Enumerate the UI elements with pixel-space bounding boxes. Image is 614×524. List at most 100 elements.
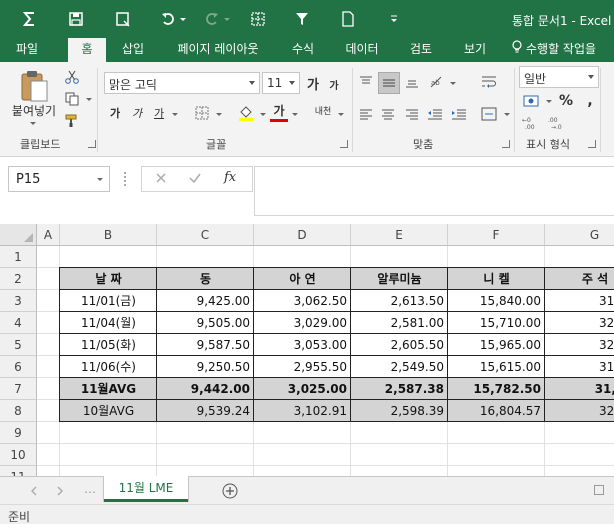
underline-button[interactable]: 가 [150, 104, 168, 122]
sheet-tab[interactable]: 11월 LME [104, 476, 188, 502]
customize-qat-icon[interactable] [382, 8, 406, 30]
increase-decimal-icon[interactable]: ←0.00 [520, 114, 544, 132]
fill-color-icon[interactable] [236, 104, 256, 122]
column-header-f[interactable]: F [448, 224, 545, 246]
phonetic-dropdown-icon[interactable] [338, 113, 344, 116]
table-header-cell[interactable]: 아 연 [254, 268, 351, 290]
paste-dropdown-icon[interactable] [30, 122, 36, 125]
value-cell[interactable]: 2,605.50 [351, 334, 448, 356]
increase-indent-icon[interactable] [448, 104, 470, 124]
grow-font-button[interactable]: 가 [304, 74, 322, 93]
font-color-dropdown-icon[interactable] [292, 113, 298, 116]
decrease-indent-icon[interactable] [424, 104, 446, 124]
alignment-launcher-icon[interactable] [502, 140, 510, 148]
value-cell[interactable]: 9,587.50 [157, 334, 254, 356]
oct-avg-value-cell[interactable]: 16,804.57 [448, 400, 545, 422]
borders-grid-icon[interactable] [246, 8, 270, 30]
row-header-9[interactable]: 9 [0, 422, 37, 444]
oct-avg-label-cell[interactable]: 10월AVG [60, 400, 157, 422]
shrink-font-button[interactable]: 가 [326, 76, 342, 92]
value-cell[interactable]: 31,400 [545, 356, 614, 378]
table-header-cell[interactable]: 니 켈 [448, 268, 545, 290]
row-header-1[interactable]: 1 [0, 246, 37, 268]
row-header-10[interactable]: 10 [0, 444, 37, 466]
column-header-e[interactable]: E [351, 224, 448, 246]
font-name-dropdown[interactable]: 맑은 고딕 [104, 72, 260, 94]
row-header-2[interactable]: 2 [0, 268, 37, 290]
save-as-icon[interactable] [111, 8, 135, 30]
copy-icon[interactable] [62, 90, 82, 108]
row-header-11[interactable]: 11 [0, 466, 37, 476]
column-header-a[interactable]: A [37, 224, 60, 246]
avg-value-cell[interactable]: 31,756 [545, 378, 614, 400]
confirm-entry-icon[interactable] [188, 171, 202, 188]
name-box-dropdown-icon[interactable] [97, 178, 103, 181]
align-center-icon[interactable] [378, 104, 398, 124]
date-cell[interactable]: 11/04(월) [60, 312, 157, 334]
decrease-decimal-icon[interactable]: .00 →.0 [546, 114, 570, 132]
save-icon[interactable] [64, 8, 88, 30]
date-cell[interactable]: 11/01(금) [60, 290, 157, 312]
date-cell[interactable]: 11/05(화) [60, 334, 157, 356]
scroll-tabs-left-icon[interactable] [30, 485, 38, 499]
name-box[interactable]: P15 [8, 166, 110, 192]
clipboard-launcher-icon[interactable] [88, 140, 96, 148]
merge-center-icon[interactable] [478, 104, 500, 124]
undo-icon[interactable] [156, 8, 180, 30]
avg-label-cell[interactable]: 11월AVG [60, 378, 157, 400]
filter-icon[interactable] [290, 8, 314, 30]
oct-avg-value-cell[interactable]: 2,598.39 [351, 400, 448, 422]
formula-input[interactable] [254, 166, 614, 216]
underline-dropdown-icon[interactable] [172, 113, 178, 116]
align-left-icon[interactable] [356, 104, 376, 124]
percent-icon[interactable]: % [556, 92, 576, 110]
cut-icon[interactable] [62, 68, 82, 86]
orientation-dropdown-icon[interactable] [450, 82, 456, 85]
date-cell[interactable]: 11/06(수) [60, 356, 157, 378]
copy-dropdown-icon[interactable] [86, 98, 92, 101]
avg-value-cell[interactable]: 15,782.50 [448, 378, 545, 400]
value-cell[interactable]: 9,425.00 [157, 290, 254, 312]
align-right-icon[interactable] [402, 104, 422, 124]
accounting-format-icon[interactable] [520, 92, 542, 110]
oct-avg-value-cell[interactable]: 32,217 [545, 400, 614, 422]
formula-bar-splitter[interactable] [124, 172, 127, 186]
value-cell[interactable]: 2,581.00 [351, 312, 448, 334]
tab-page-layout[interactable]: 페이지 레이아웃 [166, 38, 270, 62]
row-header-8[interactable]: 8 [0, 400, 37, 422]
column-header-d[interactable]: D [254, 224, 351, 246]
value-cell[interactable]: 32,100 [545, 312, 614, 334]
tab-insert[interactable]: 삽입 [112, 38, 154, 62]
row-header-7[interactable]: 7 [0, 378, 37, 400]
undo-dropdown-icon[interactable] [178, 8, 188, 30]
select-all-button[interactable] [0, 224, 37, 246]
worksheet-grid[interactable]: ABCDEFG 1234567891011 날 짜동아 연알루미늄니 켈주 석 11/… [0, 224, 614, 476]
font-color-button[interactable]: 가 [270, 102, 288, 122]
merge-dropdown-icon[interactable] [504, 113, 510, 116]
more-sheets-icon[interactable]: … [84, 482, 96, 496]
tab-view[interactable]: 보기 [454, 38, 496, 62]
align-top-icon[interactable] [356, 72, 376, 92]
autosum-icon[interactable] [18, 8, 42, 30]
value-cell[interactable]: 2,955.50 [254, 356, 351, 378]
tab-data[interactable]: 데이터 [336, 38, 388, 62]
align-bottom-icon[interactable] [402, 72, 422, 92]
font-size-dropdown[interactable]: 11 [262, 72, 300, 94]
table-header-cell[interactable]: 주 석 [545, 268, 614, 290]
value-cell[interactable]: 15,840.00 [448, 290, 545, 312]
avg-value-cell[interactable]: 3,025.00 [254, 378, 351, 400]
paste-icon[interactable] [14, 68, 54, 104]
oct-avg-value-cell[interactable]: 9,539.24 [157, 400, 254, 422]
number-launcher-icon[interactable] [588, 140, 596, 148]
format-painter-icon[interactable] [62, 112, 82, 130]
bold-button[interactable]: 가 [106, 104, 124, 122]
row-header-4[interactable]: 4 [0, 312, 37, 334]
phonetic-button[interactable]: 내천 [312, 102, 334, 122]
value-cell[interactable]: 15,615.00 [448, 356, 545, 378]
value-cell[interactable]: 2,613.50 [351, 290, 448, 312]
font-launcher-icon[interactable] [340, 140, 348, 148]
value-cell[interactable]: 15,710.00 [448, 312, 545, 334]
row-header-6[interactable]: 6 [0, 356, 37, 378]
scroll-tabs-right-icon[interactable] [56, 485, 64, 499]
value-cell[interactable]: 9,250.50 [157, 356, 254, 378]
